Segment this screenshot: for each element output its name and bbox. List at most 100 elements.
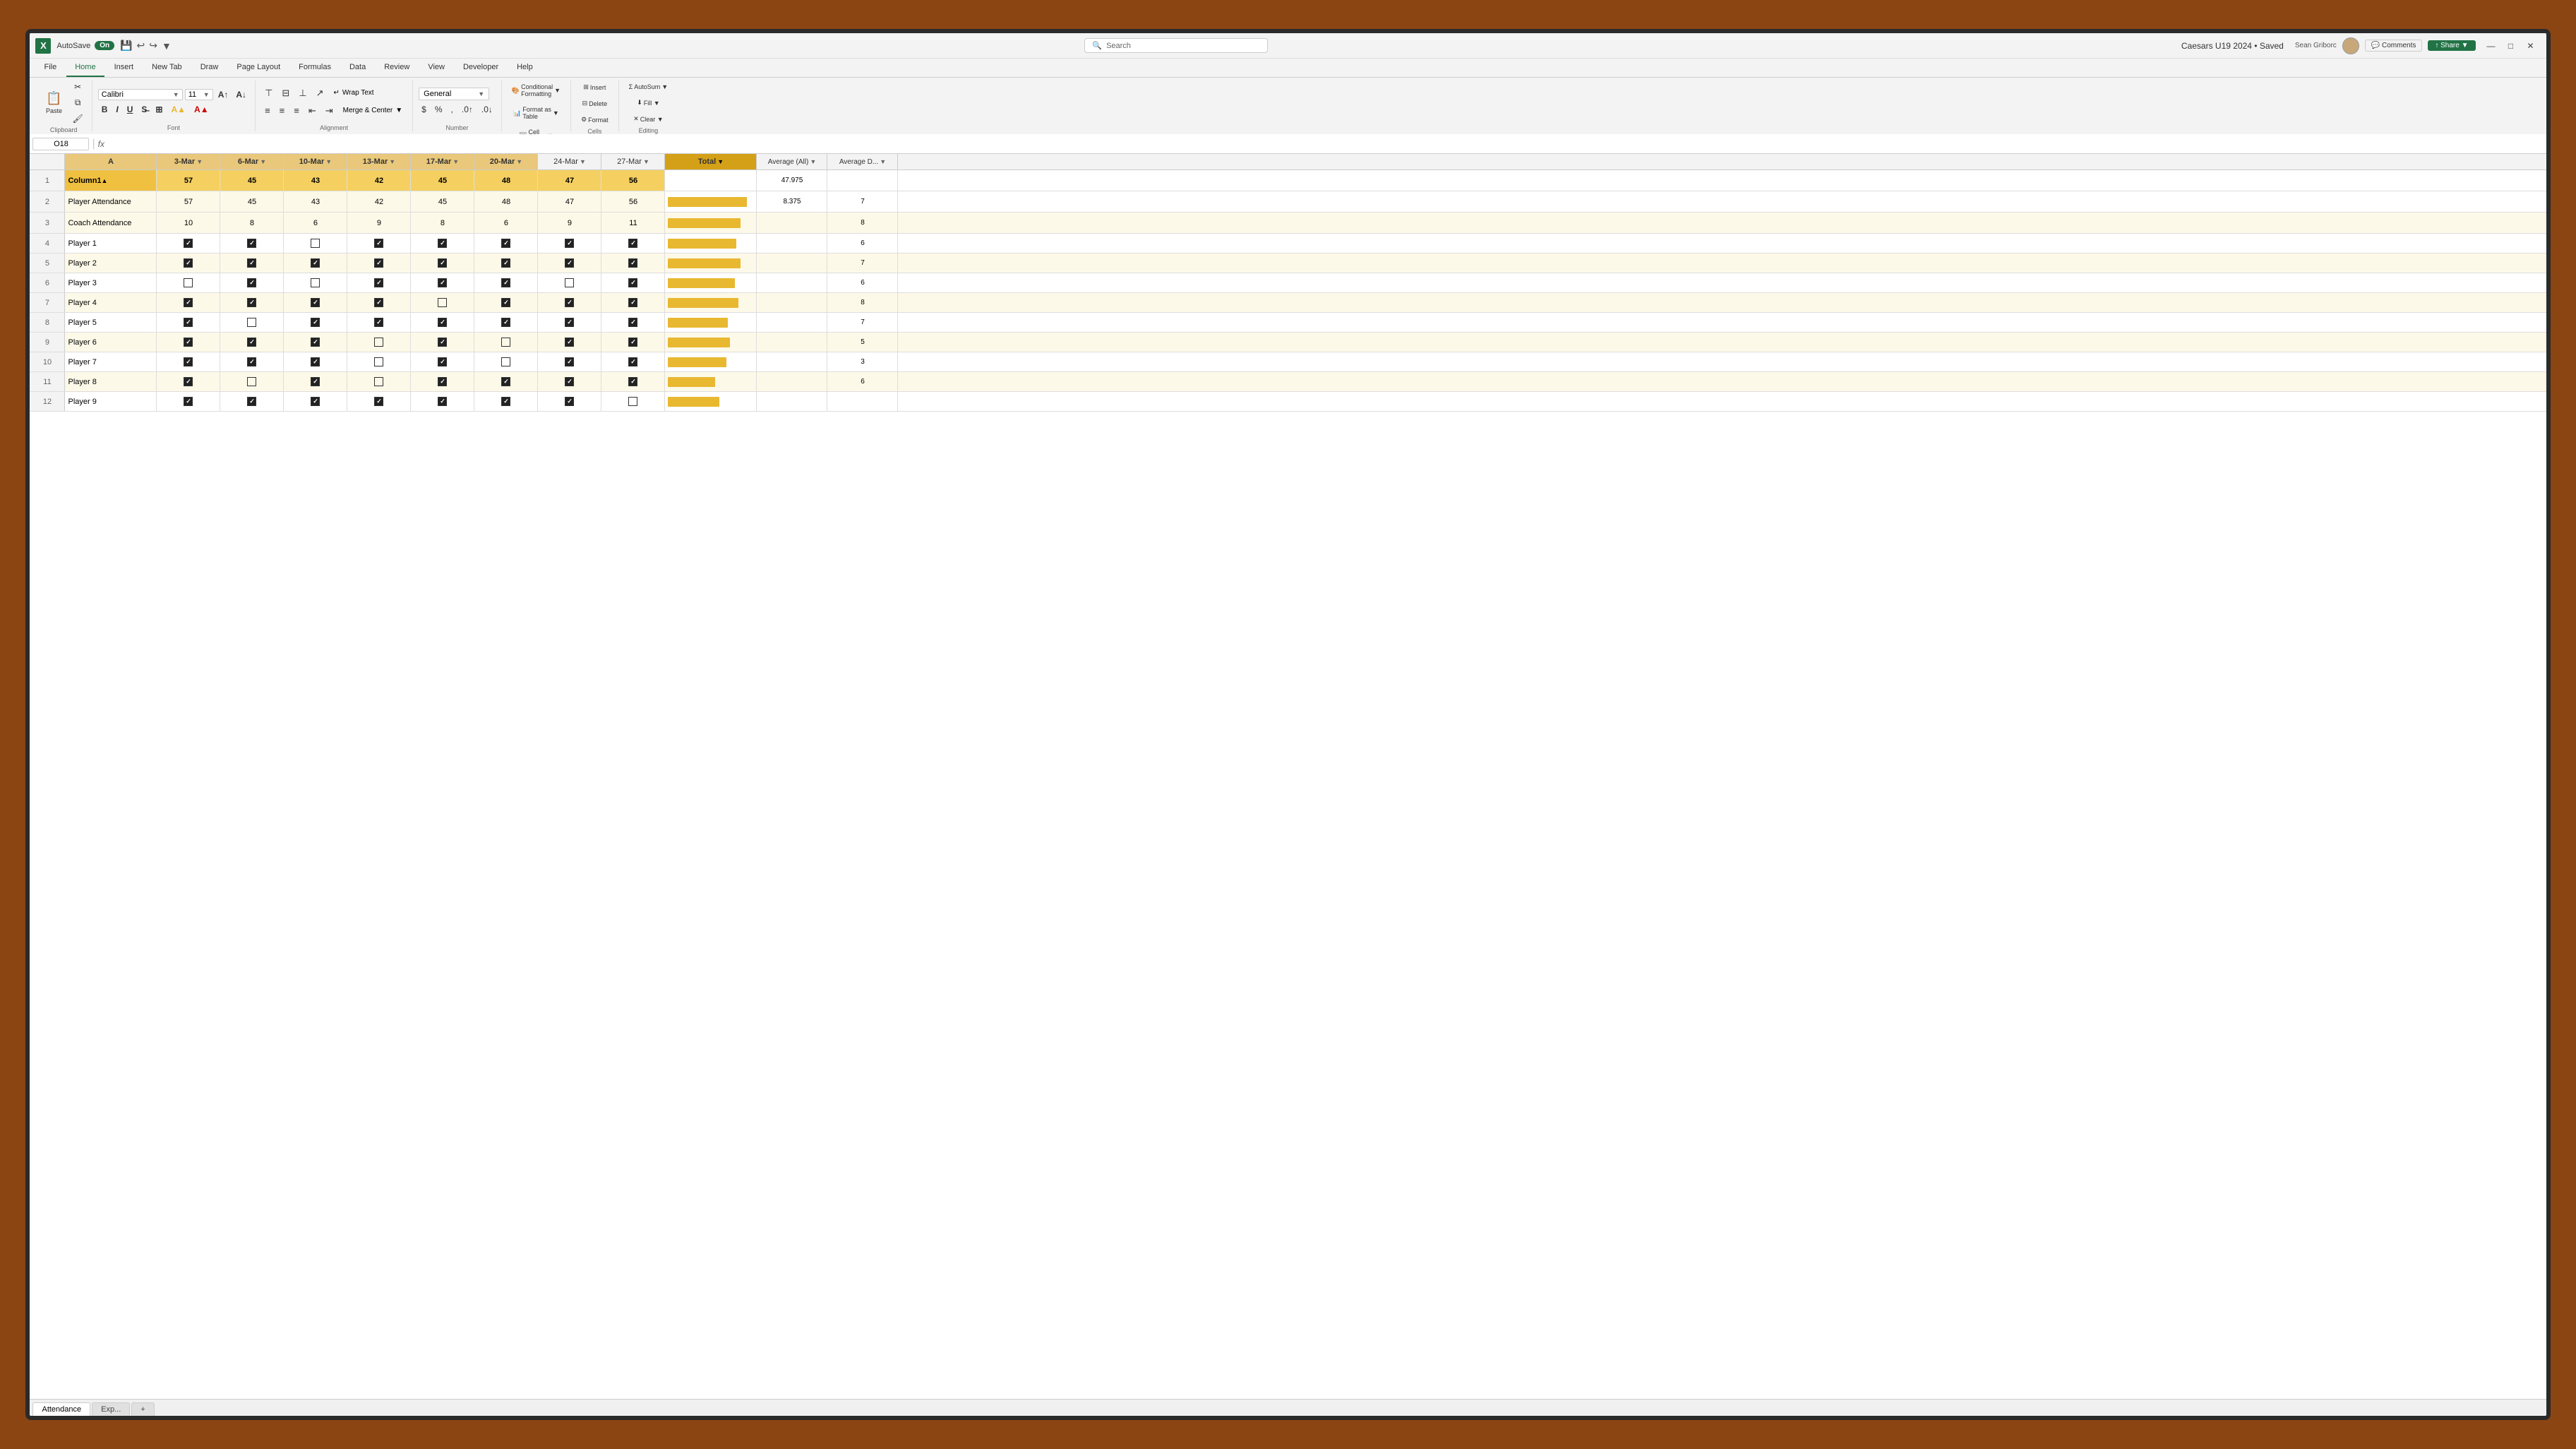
cell-e4-check[interactable] (347, 234, 411, 253)
cell-i10[interactable] (601, 352, 665, 371)
cell-j3[interactable] (665, 213, 757, 233)
comments-button[interactable]: 💬 Comments (2365, 40, 2423, 52)
cell-g9[interactable] (474, 333, 538, 352)
insert-button[interactable]: ⊞ Insert (579, 80, 610, 94)
cell-k3[interactable] (757, 213, 827, 233)
cell-k11[interactable] (757, 372, 827, 391)
cell-d9[interactable] (284, 333, 347, 352)
cell-h10[interactable] (538, 352, 601, 371)
undo-icon[interactable]: ↩ (137, 40, 145, 52)
cell-l11[interactable]: 6 (827, 372, 898, 391)
cell-k8[interactable] (757, 313, 827, 332)
conditional-formatting-button[interactable]: 🎨 ConditionalFormatting ▼ (508, 80, 565, 100)
align-middle-button[interactable]: ⊟ (278, 85, 293, 101)
cell-a11[interactable]: Player 8 (65, 372, 157, 391)
cell-a9[interactable]: Player 6 (65, 333, 157, 352)
align-right-button[interactable]: ≡ (290, 103, 303, 118)
increase-font-button[interactable]: A↑ (215, 88, 232, 101)
tab-home[interactable]: Home (66, 59, 104, 77)
sheet-tab-exp[interactable]: Exp... (92, 1402, 130, 1416)
cell-d4-check[interactable] (284, 234, 347, 253)
cell-i8[interactable] (601, 313, 665, 332)
cell-b6[interactable] (157, 273, 220, 292)
cell-j6[interactable] (665, 273, 757, 292)
decrease-decimal-button[interactable]: .0↓ (479, 103, 496, 116)
cell-j7[interactable] (665, 293, 757, 312)
cell-k7[interactable] (757, 293, 827, 312)
cell-k6[interactable] (757, 273, 827, 292)
cell-f1[interactable]: 45 (411, 170, 474, 191)
clear-button[interactable]: ✕ Clear ▼ (629, 112, 667, 126)
cell-g7[interactable] (474, 293, 538, 312)
cell-l3[interactable]: 8 (827, 213, 898, 233)
tab-review[interactable]: Review (376, 59, 418, 77)
font-size-box[interactable]: 11 ▼ (185, 89, 213, 100)
col-header-f[interactable]: 17-Mar▼ (411, 154, 474, 169)
cell-b5[interactable] (157, 254, 220, 273)
wrap-text-button[interactable]: ↵ Wrap Text (330, 87, 378, 99)
tab-formulas[interactable]: Formulas (290, 59, 340, 77)
cell-l8[interactable]: 7 (827, 313, 898, 332)
bold-button[interactable]: B (98, 103, 112, 116)
cell-g10[interactable] (474, 352, 538, 371)
cell-d11[interactable] (284, 372, 347, 391)
col-header-k[interactable]: Average (All)▼ (757, 154, 827, 169)
cell-a5[interactable]: Player 2 (65, 254, 157, 273)
cell-f5[interactable] (411, 254, 474, 273)
cell-c2[interactable]: 45 (220, 191, 284, 212)
cell-i5[interactable] (601, 254, 665, 273)
cell-g11[interactable] (474, 372, 538, 391)
cell-g8[interactable] (474, 313, 538, 332)
cell-a1[interactable]: Column1 ▲ (65, 170, 157, 191)
cell-h8[interactable] (538, 313, 601, 332)
minimize-button[interactable]: — (2481, 36, 2501, 56)
tab-draw[interactable]: Draw (192, 59, 227, 77)
cell-f10[interactable] (411, 352, 474, 371)
cell-d1[interactable]: 43 (284, 170, 347, 191)
cut-button[interactable]: ✂ (69, 80, 85, 93)
cell-h1[interactable]: 47 (538, 170, 601, 191)
cell-d10[interactable] (284, 352, 347, 371)
cell-b3[interactable]: 10 (157, 213, 220, 233)
cell-f3[interactable]: 8 (411, 213, 474, 233)
col-header-l[interactable]: Average D...▼ (827, 154, 898, 169)
cell-l7[interactable]: 8 (827, 293, 898, 312)
cell-c7[interactable] (220, 293, 284, 312)
cell-c6[interactable] (220, 273, 284, 292)
cell-h7[interactable] (538, 293, 601, 312)
cell-b12[interactable] (157, 392, 220, 411)
tab-file[interactable]: File (35, 59, 65, 77)
cell-d7[interactable] (284, 293, 347, 312)
cell-j4[interactable] (665, 234, 757, 253)
cell-e5[interactable] (347, 254, 411, 273)
number-format-box[interactable]: General ▼ (419, 88, 489, 100)
strikethrough-button[interactable]: S̶ (138, 103, 150, 116)
fill-button[interactable]: ⬇ Fill ▼ (633, 96, 664, 109)
cell-f8[interactable] (411, 313, 474, 332)
copy-button[interactable]: ⧉ (69, 96, 85, 109)
cell-e10[interactable] (347, 352, 411, 371)
cell-f7[interactable] (411, 293, 474, 312)
cell-g3[interactable]: 6 (474, 213, 538, 233)
cell-h3[interactable]: 9 (538, 213, 601, 233)
cell-l10[interactable]: 3 (827, 352, 898, 371)
cell-c10[interactable] (220, 352, 284, 371)
customize-icon[interactable]: ▼ (162, 40, 172, 52)
col-header-e[interactable]: 13-Mar▼ (347, 154, 411, 169)
cell-j11[interactable] (665, 372, 757, 391)
cell-k4[interactable] (757, 234, 827, 253)
cell-j9[interactable] (665, 333, 757, 352)
cell-f9[interactable] (411, 333, 474, 352)
col-header-j[interactable]: Total▼ (665, 154, 757, 169)
cell-k5[interactable] (757, 254, 827, 273)
cell-d2[interactable]: 43 (284, 191, 347, 212)
cell-k9[interactable] (757, 333, 827, 352)
cell-g5[interactable] (474, 254, 538, 273)
comma-button[interactable]: , (448, 103, 456, 116)
cell-k2[interactable]: 8.375 (757, 191, 827, 212)
format-painter-button[interactable]: 🖌 (69, 112, 85, 125)
tab-developer[interactable]: Developer (455, 59, 507, 77)
merge-center-button[interactable]: Merge & Center ▼ (339, 105, 407, 117)
maximize-button[interactable]: □ (2501, 36, 2521, 56)
cell-a6[interactable]: Player 3 (65, 273, 157, 292)
